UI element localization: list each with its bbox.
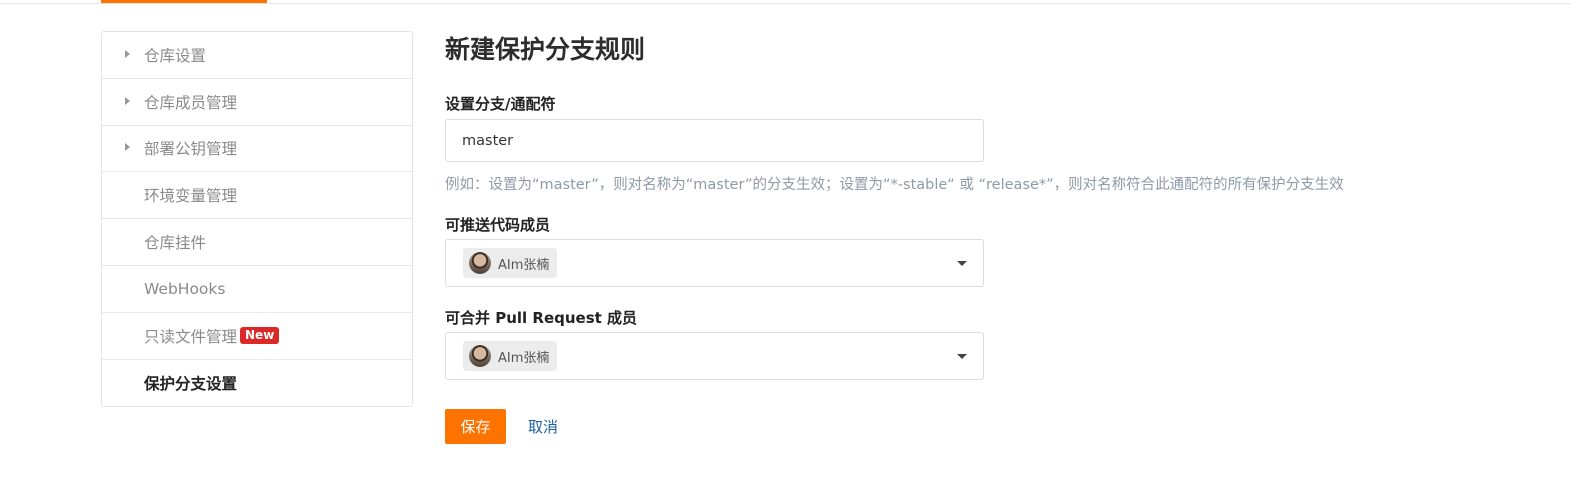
member-chip[interactable]: AIm张楠 [463,248,558,278]
avatar [469,345,491,367]
sidebar-item-env-vars[interactable]: 环境变量管理 [102,172,412,220]
sidebar-item-label: 环境变量管理 [144,187,238,206]
avatar [469,252,491,274]
caret-right-icon [125,49,130,58]
sidebar-item-label: 保护分支设置 [144,374,238,393]
mergers-field-label: 可合并 Pull Request 成员 [445,309,638,327]
sidebar-item-repo-members[interactable]: 仓库成员管理 [102,79,412,126]
member-name: AIm张楠 [498,350,550,366]
sidebar-item-label: WebHooks [144,279,226,298]
pushers-select[interactable]: AIm张楠 [445,239,984,287]
save-button[interactable]: 保存 [445,409,506,444]
chevron-down-icon[interactable] [957,261,967,266]
sidebar-item-readonly-files[interactable]: 只读文件管理 New [102,313,412,360]
sidebar-item-deploy-keys[interactable]: 部署公钥管理 [102,126,412,173]
sidebar-item-label: 仓库设置 [144,46,207,65]
sidebar-item-label: 只读文件管理 [144,327,238,346]
settings-sidebar: 仓库设置 仓库成员管理 部署公钥管理 环境变量管理 仓库挂件 WebHooks … [101,31,413,408]
caret-right-icon [125,143,130,152]
pushers-field-label: 可推送代码成员 [445,216,551,234]
sidebar-item-protected-branches[interactable]: 保护分支设置 [102,360,412,407]
mergers-select[interactable]: AIm张楠 [445,332,984,380]
member-chip[interactable]: AIm张楠 [463,341,558,371]
sidebar-item-repo-settings[interactable]: 仓库设置 [102,32,412,79]
sidebar-item-widgets[interactable]: 仓库挂件 [102,219,412,266]
active-tab-indicator [101,0,267,3]
sidebar-item-webhooks[interactable]: WebHooks [102,266,412,313]
page-title: 新建保护分支规则 [445,35,646,64]
sidebar-item-label: 仓库挂件 [144,234,207,253]
cancel-link[interactable]: 取消 [528,409,558,444]
main-content: 新建保护分支规则 设置分支/通配符 master 例如：设置为“master”，… [445,30,1445,444]
member-name: AIm张楠 [498,257,550,273]
sidebar-item-label: 仓库成员管理 [144,93,238,112]
sidebar-item-label: 部署公钥管理 [144,140,238,159]
caret-right-icon [125,96,130,105]
branch-hint-text: 例如：设置为“master”，则对名称为“master”的分支生效；设置为“*-… [445,177,1344,193]
chevron-down-icon[interactable] [957,354,967,359]
new-badge: New [240,327,280,345]
branch-pattern-input[interactable]: master [445,119,984,162]
branch-pattern-value: master [462,132,514,149]
branch-field-label: 设置分支/通配符 [445,95,556,113]
